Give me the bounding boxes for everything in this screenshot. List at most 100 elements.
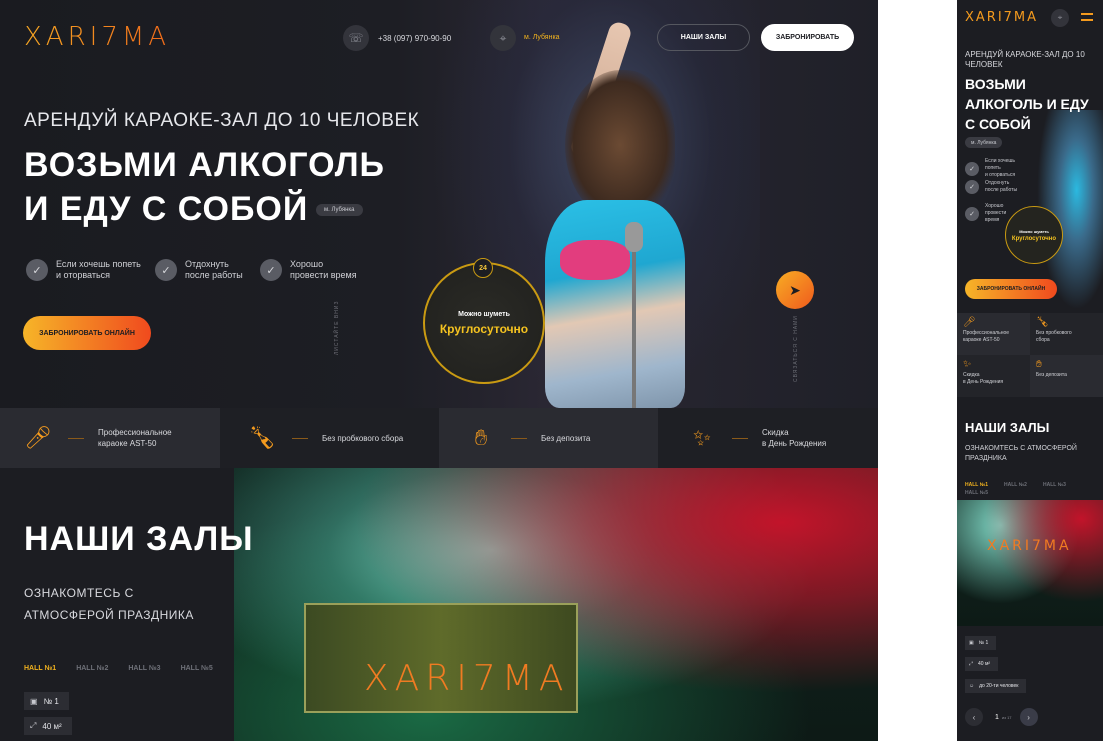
hero-subtitle: АРЕНДУЙ КАРАОКЕ-ЗАЛ ДО 10 ЧЕЛОВЕК <box>24 110 420 131</box>
area-icon: ⤢ <box>969 661 974 667</box>
site-logo[interactable]: XARI7MA <box>24 22 170 52</box>
chevron-left-icon[interactable]: ‹ <box>965 708 983 726</box>
check-badge-icon: ✓ <box>260 259 282 281</box>
pager-total: из 17 <box>1001 714 1012 720</box>
dancer-body-image <box>545 200 685 408</box>
benefit-item: ✨︎ Скидка в День Рождения <box>957 355 1030 397</box>
tab-hall-5[interactable]: HALL №5 <box>965 489 988 497</box>
hall-spec-capacity: ☺ до 20-ти человек <box>965 679 1027 693</box>
book-button[interactable]: ЗАБРОНИРОВАТЬ <box>761 24 854 51</box>
mobile-halls-subtitle: ОЗНАКОМТЕСЬ С АТМОСФЕРОЙ ПРАЗДНИКА <box>965 445 1077 462</box>
divider <box>68 437 84 439</box>
area-icon: ⤢ <box>30 721 37 730</box>
microphone-icon: 🎤︎ <box>24 425 52 450</box>
feature-text: Хорошо провести время <box>290 259 357 280</box>
benefit-text: Профессиональное караоке AST-50 <box>963 330 1010 343</box>
money-hand-icon: ✋︎ <box>474 425 488 450</box>
benefit-text: Скидка в День Рождения <box>762 428 827 448</box>
hall-spec-number: ▣ № 1 <box>24 692 69 710</box>
check-badge-icon: ✓ <box>965 161 979 176</box>
hero-title-line1: ВОЗЬМИ АЛКОГОЛЬ <box>24 146 385 184</box>
mobile-hero-title: ВОЗЬМИ АЛКОГОЛЬ И ЕДУ С СОБОЙ <box>965 76 1089 132</box>
feature-text: Отдохнуть после работы <box>185 259 243 280</box>
hall-tabs: HALL №1 HALL №2 HALL №3 HALL №5 <box>24 665 233 672</box>
hall-spec-number: ▣ № 1 <box>965 636 997 650</box>
header-metro[interactable]: м. Лубянка <box>524 34 560 41</box>
contact-us-label[interactable]: СВЯЗАТЬСЯ С НАМИ <box>793 315 799 382</box>
hall-neon-logo: XARI7MA <box>364 658 570 699</box>
badge-small-text: Можно шуметь <box>1019 228 1049 234</box>
check-badge-icon: ✓ <box>155 259 177 281</box>
mobile-hero-subtitle: АРЕНДУЙ КАРАОКЕ-ЗАЛ ДО 10 ЧЕЛОВЕК <box>965 50 1085 69</box>
phone-icon[interactable]: ☏ <box>343 25 369 51</box>
chevron-right-icon[interactable]: › <box>1019 708 1038 726</box>
benefit-text: Профессиональное караоке AST-50 <box>98 428 172 448</box>
desktop-page: XARI7MA ☏ +38 (097) 970-90-90 ⌖ м. Лубян… <box>0 0 878 741</box>
microphone-image <box>625 222 643 252</box>
benefit-item: 🎤︎ Профессиональное караоке AST-50 <box>957 313 1030 355</box>
benefit-text: Без пробкового сбора <box>322 433 404 443</box>
pager-current: 1 <box>995 713 999 721</box>
badge-big-text: Круглосуточно <box>1011 235 1057 242</box>
mobile-hall-photo[interactable]: XARI7MA <box>957 500 1103 626</box>
benefit-item: 🍾︎ Без пробкового сбора <box>1030 313 1103 355</box>
benefit-text: Без пробкового сбора <box>1036 330 1072 343</box>
book-online-button[interactable]: ЗАБРОНИРОВАТЬ ОНЛАЙН <box>23 316 151 350</box>
benefits-strip: 🎤︎ Профессиональное караоке AST-50 🍾︎ Без… <box>0 408 878 468</box>
hamburger-menu-icon[interactable] <box>1081 13 1093 21</box>
tab-hall-3[interactable]: HALL №3 <box>1043 481 1066 489</box>
tab-hall-3[interactable]: HALL №3 <box>128 665 160 672</box>
hall-spec-area: ⤢ 40 м² <box>965 657 999 671</box>
mobile-logo[interactable]: XARI7MA <box>965 10 1038 25</box>
mobile-feature-text: Отдохнуть после работы <box>985 180 1018 193</box>
halls-section: XARI7MA НАШИ ЗАЛЫ ОЗНАКОМТЕСЬ С АТМОСФЕР… <box>0 468 878 741</box>
feature-item: ✓ Отдохнуть после работы <box>155 259 255 281</box>
halls-subtitle: ОЗНАКОМТЕСЬ С АТМОСФЕРОЙ ПРАЗДНИКА <box>24 586 194 622</box>
tab-hall-5[interactable]: HALL №5 <box>181 665 213 672</box>
benefit-text: Без депозита <box>1036 372 1067 378</box>
people-icon: ☺ <box>969 683 975 689</box>
check-badge-icon: ✓ <box>965 180 979 194</box>
mobile-book-online-button[interactable]: ЗАБРОНИРОВАТЬ ОНЛАЙН <box>965 279 1057 299</box>
24h-badge: Можно шуметь Круглосуточно <box>423 262 545 384</box>
divider <box>732 437 748 439</box>
location-pin-icon[interactable]: ⌖ <box>1051 9 1069 27</box>
benefit-item: ✋︎ Без депозита <box>1030 355 1103 397</box>
tab-hall-2[interactable]: HALL №2 <box>76 665 108 672</box>
send-message-icon[interactable]: ➤ <box>776 271 814 309</box>
mic-stand-image <box>632 228 636 408</box>
hero-title-line2: И ЕДУ С СОБОЙ <box>24 190 309 228</box>
benefit-text: Без депозита <box>541 433 591 443</box>
tab-hall-1[interactable]: HALL №1 <box>965 481 988 489</box>
our-halls-button[interactable]: НАШИ ЗАЛЫ <box>657 24 750 51</box>
tab-hall-2[interactable]: HALL №2 <box>1004 481 1027 489</box>
hall-spec-area: ⤢ 40 м² <box>24 717 72 735</box>
benefit-item: 🍾︎ Без пробкового сбора <box>220 408 439 468</box>
hall-number-icon: ▣ <box>969 640 974 646</box>
check-badge-icon: ✓ <box>965 206 979 221</box>
champagne-icon: 🍾︎ <box>248 425 276 450</box>
mobile-hall-tabs: HALL №1 HALL №2 HALL №3 HALL №5 <box>965 481 1103 497</box>
hall-number-icon: ▣ <box>30 696 38 706</box>
hall-neon-logo: XARI7MA <box>987 538 1072 554</box>
confetti-icon: ✨︎ <box>963 359 972 370</box>
badge-big-text: Круглосуточно <box>439 321 529 336</box>
feature-item: ✓ Хорошо провести время <box>260 259 370 281</box>
header-phone[interactable]: +38 (097) 970-90-90 <box>378 34 451 43</box>
location-pin-icon[interactable]: ⌖ <box>490 25 516 51</box>
scroll-down-label[interactable]: ЛИСТАЙТЕ ВНИЗ <box>334 301 340 355</box>
mobile-feature-item: ✓ Отдохнуть после работы <box>965 180 1025 194</box>
hall-photo[interactable]: XARI7MA <box>234 468 878 741</box>
check-badge-icon: ✓ <box>26 259 48 281</box>
microphone-icon: 🎤︎ <box>963 317 976 328</box>
mobile-metro-pill: м. Лубянка <box>965 137 1003 148</box>
tab-hall-1[interactable]: HALL №1 <box>24 665 56 672</box>
badge-small-text: Можно шуметь <box>458 310 510 318</box>
divider <box>511 437 527 439</box>
champagne-icon: 🍾︎ <box>1036 317 1049 328</box>
mobile-pager: ‹ 1 из 17 › <box>965 708 1038 726</box>
hero-section: XARI7MA ☏ +38 (097) 970-90-90 ⌖ м. Лубян… <box>0 0 878 408</box>
money-hand-icon: ✋︎ <box>1036 359 1042 370</box>
benefit-text: Скидка в День Рождения <box>963 372 1004 385</box>
feature-text: Если хочешь попеть и оторваться <box>56 259 141 280</box>
